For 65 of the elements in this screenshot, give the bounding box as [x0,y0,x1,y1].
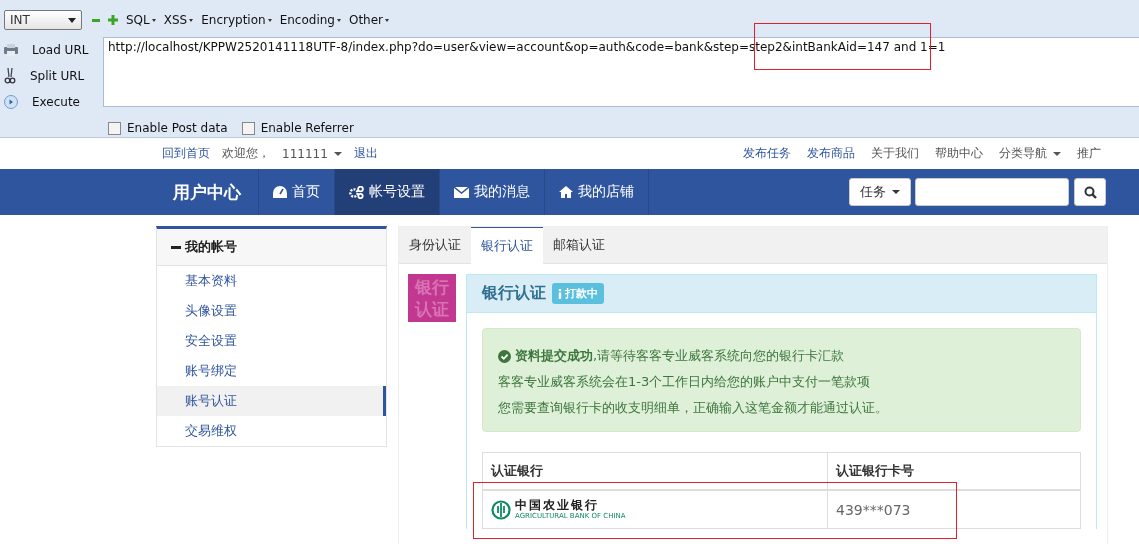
info-icon [558,288,562,299]
top-link[interactable]: 分类导航 [999,145,1061,162]
column-header: 认证银行卡号 [827,452,1081,490]
top-link[interactable]: 推广 [1077,145,1101,162]
bank-auth-badge: 银行认证 [408,274,456,322]
checkbox[interactable] [241,121,255,135]
sidebar-item[interactable]: 账号绑定 [157,356,386,386]
checkbox-label: Enable Post data [127,121,228,135]
nav-tab[interactable]: 帐号设置 [335,169,440,215]
scissors-icon [4,68,16,84]
alert-text: 客客专业威客系统会在1-3个工作日内给您的账户中支付一笔款项 [498,373,872,391]
dashboard-icon [273,186,287,198]
top-link[interactable]: 发布商品 [807,145,855,162]
search-icon [1083,185,1097,199]
minus-icon[interactable] [92,18,100,22]
card-number: 439***073 [827,490,1081,529]
top-link[interactable]: 关于我们 [871,145,919,162]
menu-item[interactable]: SQL [126,13,156,27]
nav-tab[interactable]: 我的店铺 [545,169,649,215]
alert-message: 资料提交成功,请等待客客专业威客系统向您的银行卡汇款 [515,347,845,365]
tab[interactable]: 身份认证 [399,227,471,263]
search-type-dropdown[interactable]: 任务 [849,178,911,206]
checkbox-label: Enable Referrer [260,121,354,135]
check-circle-icon [498,349,511,363]
status-label: 打款中 [552,283,604,304]
nav-tab[interactable]: 我的消息 [440,169,545,215]
top-link[interactable]: 发布任务 [743,145,791,162]
collapse-icon[interactable] [171,245,181,249]
house-icon [559,186,573,198]
brand-title: 用户中心 [156,169,259,215]
panel-title: 银行认证 [482,283,546,304]
top-link[interactable]: 帮助中心 [935,145,983,162]
gears-icon [349,185,364,199]
search-button[interactable] [1074,178,1106,206]
search-field[interactable] [915,178,1069,206]
printer-icon [4,44,18,56]
envelope-icon [454,186,469,198]
sidebar-title: 我的帐号 [185,238,237,256]
bank-name: 中国农业银行 [515,499,600,511]
play-icon [4,95,18,109]
menu-item[interactable]: Other [348,13,390,27]
top-link[interactable]: 退出 [353,145,378,162]
user-menu[interactable]: 111111 [282,146,342,161]
action-button[interactable]: Load URL [32,43,89,57]
welcome-text: 欢迎您， [222,145,270,162]
tab[interactable]: 银行认证 [471,227,543,264]
menu-item[interactable]: Encryption [201,13,272,27]
sidebar-item[interactable]: 头像设置 [157,296,386,326]
sidebar-item[interactable]: 交易维权 [157,416,386,446]
checkbox[interactable] [108,121,121,135]
dropdown-icon [68,17,76,23]
sidebar-item[interactable]: 安全设置 [157,326,386,356]
menu-item[interactable]: XSS [163,13,194,27]
tab[interactable]: 邮箱认证 [543,227,615,263]
column-header: 认证银行 [482,452,828,490]
type-select[interactable]: INT [4,10,82,30]
action-button[interactable]: Split URL [30,69,85,83]
top-link[interactable]: 回到首页 [162,145,210,162]
bank-logo-icon [491,499,511,520]
sidebar-item[interactable]: 账号认证 [157,386,386,416]
sidebar-item[interactable]: 基本资料 [157,266,386,296]
menu-item[interactable]: Encoding [279,13,341,27]
action-button[interactable]: Execute [32,95,80,109]
alert-text: 您需要查询银行卡的收支明细单，正确输入这笔金额才能通过认证。 [498,399,889,417]
plus-icon[interactable] [108,15,118,25]
